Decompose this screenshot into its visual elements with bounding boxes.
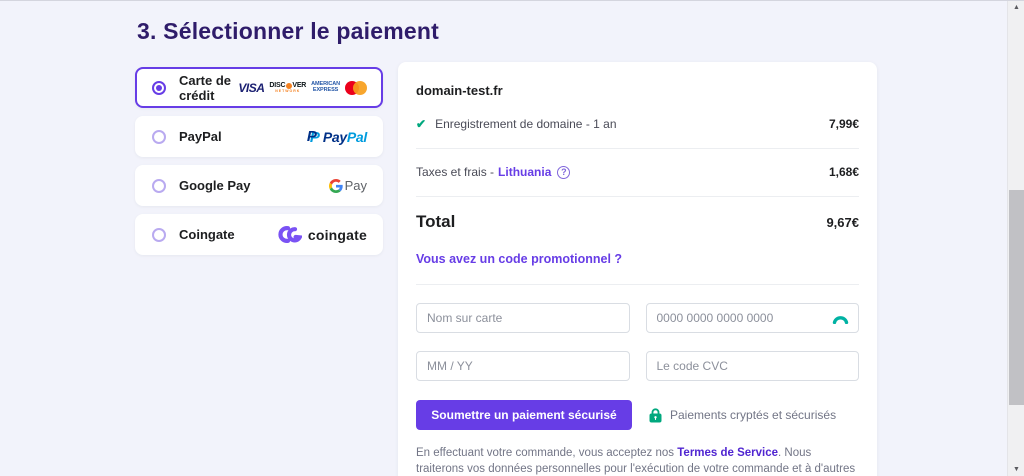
payment-method-label: Coingate	[179, 227, 235, 242]
radio-unselected-icon[interactable]	[152, 129, 166, 144]
payment-method-credit-card[interactable]: Carte de crédit VISA DISC VER NETWORK AME…	[135, 67, 383, 108]
card-number-field-wrap	[645, 303, 859, 333]
payment-method-coingate[interactable]: Coingate coingate	[135, 214, 383, 255]
name-field-wrap	[416, 303, 630, 333]
coingate-mark-icon	[278, 226, 302, 243]
payment-method-list: Carte de crédit VISA DISC VER NETWORK AME…	[135, 67, 383, 263]
card-brand-logos: VISA DISC VER NETWORK AMERICAN EXPRESS	[238, 80, 367, 95]
visa-logo-icon: VISA	[238, 80, 265, 95]
scrollbar-down-icon[interactable]: ▼	[1008, 462, 1024, 476]
scrollbar-up-icon[interactable]: ▲	[1008, 0, 1024, 14]
lock-icon	[649, 407, 662, 422]
radio-selected-icon[interactable]	[152, 80, 166, 95]
page-title: 3. Sélectionner le paiement	[137, 18, 439, 44]
scrollbar[interactable]: ▲ ▼	[1007, 0, 1024, 476]
divider	[416, 284, 859, 285]
expiry-field-wrap	[416, 351, 630, 381]
taxes-price: 1,68€	[828, 165, 859, 179]
card-loading-spinner-icon	[832, 316, 849, 324]
discover-logo-icon: DISC VER NETWORK	[269, 82, 307, 93]
google-g-icon	[328, 178, 343, 193]
divider	[416, 196, 859, 197]
paypal-mark-icon: P P	[306, 127, 320, 146]
radio-unselected-icon[interactable]	[152, 227, 166, 242]
cvc-field-wrap	[645, 351, 859, 381]
window-top-border	[0, 0, 1024, 1]
taxes-row: Taxes et frais - Lithuania ? 1,68€	[416, 165, 859, 179]
paypal-logo-icon: P P PayPal	[306, 127, 367, 146]
order-summary-panel: domain-test.fr ✔ Enregistrement de domai…	[398, 62, 877, 476]
payment-method-label: Carte de crédit	[179, 72, 232, 103]
order-line-item: ✔ Enregistrement de domaine - 1 an 7,99€	[416, 117, 859, 131]
payment-method-google-pay[interactable]: Google Pay Pay	[135, 165, 383, 206]
scrollbar-thumb[interactable]	[1009, 190, 1024, 405]
discover-o-icon	[285, 82, 292, 89]
total-row: Total 9,67€	[416, 212, 859, 232]
card-form	[416, 303, 859, 381]
secure-note: Paiements cryptés et sécurisés	[649, 407, 837, 423]
help-icon[interactable]: ?	[557, 165, 571, 179]
cvc-input[interactable]	[645, 351, 859, 381]
terms-of-service-link[interactable]: Termes de Service	[677, 447, 778, 459]
terms-text: En effectuant votre commande, vous accep…	[416, 447, 856, 475]
payment-method-label: Google Pay	[179, 178, 251, 193]
secure-note-text: Paiements cryptés et sécurisés	[670, 408, 837, 422]
name-on-card-input[interactable]	[416, 303, 630, 333]
promo-code-link[interactable]: Vous avez un code promotionnel ?	[416, 252, 622, 266]
check-icon: ✔	[416, 117, 427, 131]
total-price: 9,67€	[826, 214, 859, 230]
payment-method-label: PayPal	[179, 129, 222, 144]
taxes-country-link[interactable]: Lithuania	[498, 165, 551, 179]
submit-payment-button[interactable]: Soumettre un paiement sécurisé	[416, 400, 632, 430]
mastercard-logo-icon	[345, 80, 367, 95]
expiry-input[interactable]	[416, 351, 630, 381]
card-number-input[interactable]	[645, 303, 859, 333]
taxes-label: Taxes et frais -	[416, 165, 495, 179]
item-price: 7,99€	[828, 117, 859, 131]
radio-unselected-icon[interactable]	[152, 178, 166, 193]
divider	[416, 148, 859, 149]
coingate-logo-icon: coingate	[275, 225, 367, 244]
amex-logo-icon: AMERICAN EXPRESS	[311, 81, 340, 93]
google-pay-logo-icon: Pay	[328, 178, 367, 193]
item-label: Enregistrement de domaine - 1 an	[435, 117, 617, 131]
action-row: Soumettre un paiement sécurisé Paiements…	[416, 400, 859, 430]
payment-method-paypal[interactable]: PayPal P P PayPal	[135, 116, 383, 157]
total-label: Total	[416, 212, 456, 231]
domain-name: domain-test.fr	[416, 83, 503, 98]
